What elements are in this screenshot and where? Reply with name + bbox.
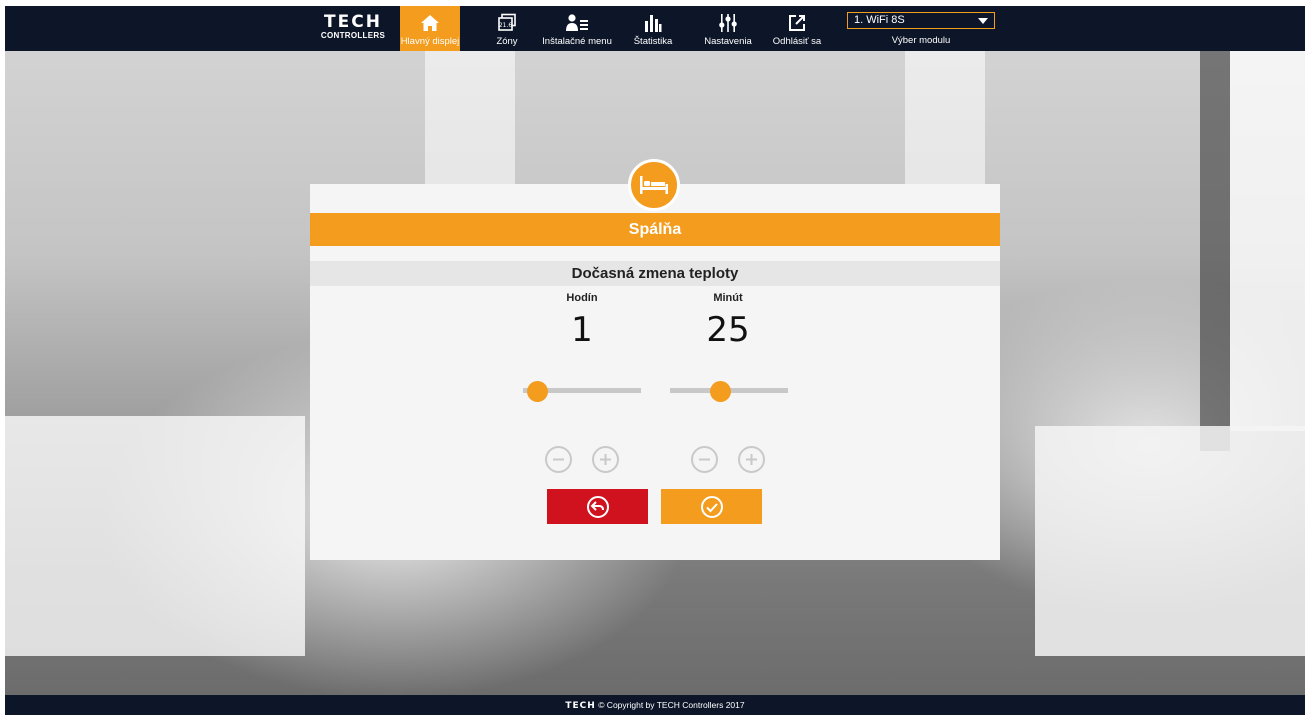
- hours-value: 1: [571, 310, 593, 350]
- app-frame: TECH CONTROLLERS Hlavný displej 21.6 Zón…: [5, 6, 1305, 715]
- footer-logo: TECH: [565, 701, 596, 711]
- hours-increase-button[interactable]: [592, 446, 619, 473]
- hours-decrease-button[interactable]: [545, 446, 572, 473]
- module-select-label: Výber modulu: [891, 35, 951, 46]
- nav-label: Hlavný displej: [400, 36, 460, 47]
- nav-installer-menu[interactable]: Inštalačné menu: [541, 6, 613, 51]
- copyright-text: © Copyright by TECH Controllers 2017: [598, 700, 745, 710]
- logout-icon: [787, 12, 807, 33]
- nav-statistics[interactable]: Štatistika: [629, 6, 677, 51]
- nav-settings[interactable]: Nastavenia: [700, 6, 756, 51]
- bed-icon: [628, 159, 680, 211]
- nav-zones[interactable]: 21.6 Zóny: [487, 6, 527, 51]
- hours-label: Hodín: [566, 292, 598, 304]
- nav-main-display[interactable]: Hlavný displej: [400, 6, 460, 51]
- installer-menu-icon: [565, 12, 589, 33]
- home-icon: [420, 12, 440, 33]
- background-window-frame: [1200, 51, 1230, 451]
- minutes-slider[interactable]: [670, 381, 788, 402]
- checkmark-icon: [700, 495, 723, 518]
- confirm-button[interactable]: [661, 489, 762, 524]
- background-armchair: [1035, 426, 1305, 656]
- nav-label: Nastavenia: [704, 36, 752, 47]
- nav-label: Zóny: [496, 36, 518, 47]
- settings-sliders-icon: [718, 12, 738, 33]
- background-sofa: [5, 416, 305, 656]
- background-window: [1230, 51, 1305, 431]
- minus-icon: [553, 458, 564, 461]
- footer-bar: TECH © Copyright by TECH Controllers 201…: [5, 695, 1305, 715]
- top-navigation-bar: TECH CONTROLLERS Hlavný displej 21.6 Zón…: [5, 6, 1305, 51]
- logo-wordmark: TECH: [324, 12, 382, 32]
- zone-name-header: Spálňa: [310, 213, 1000, 246]
- minutes-label: Minút: [713, 292, 743, 304]
- minus-icon: [699, 458, 710, 461]
- svg-text:21.6: 21.6: [499, 22, 513, 29]
- hours-slider[interactable]: [523, 381, 641, 402]
- plus-icon: [600, 454, 611, 465]
- tech-controllers-logo[interactable]: TECH CONTROLLERS: [317, 14, 389, 44]
- module-select[interactable]: 1. WiFi 8S: [847, 12, 995, 29]
- minutes-value: 25: [706, 310, 750, 350]
- minutes-increase-button[interactable]: [738, 446, 765, 473]
- nav-label: Štatistika: [633, 36, 673, 47]
- section-title: Dočasná zmena teploty: [310, 261, 1000, 286]
- back-arrow-icon: [586, 495, 609, 518]
- plus-icon: [746, 454, 757, 465]
- slider-thumb[interactable]: [709, 381, 731, 402]
- nav-label: Inštalačné menu: [542, 36, 612, 47]
- module-select-value: 1. WiFi 8S: [854, 14, 905, 26]
- nav-label: Odhlásiť sa: [772, 36, 822, 47]
- statistics-icon: [644, 12, 662, 33]
- back-button[interactable]: [547, 489, 648, 524]
- minutes-decrease-button[interactable]: [691, 446, 718, 473]
- slider-thumb[interactable]: [527, 381, 549, 402]
- logo-subtitle: CONTROLLERS: [320, 31, 386, 40]
- zones-icon: 21.6: [497, 12, 517, 33]
- chevron-down-icon: [978, 18, 988, 24]
- nav-logout[interactable]: Odhlásiť sa: [768, 6, 826, 51]
